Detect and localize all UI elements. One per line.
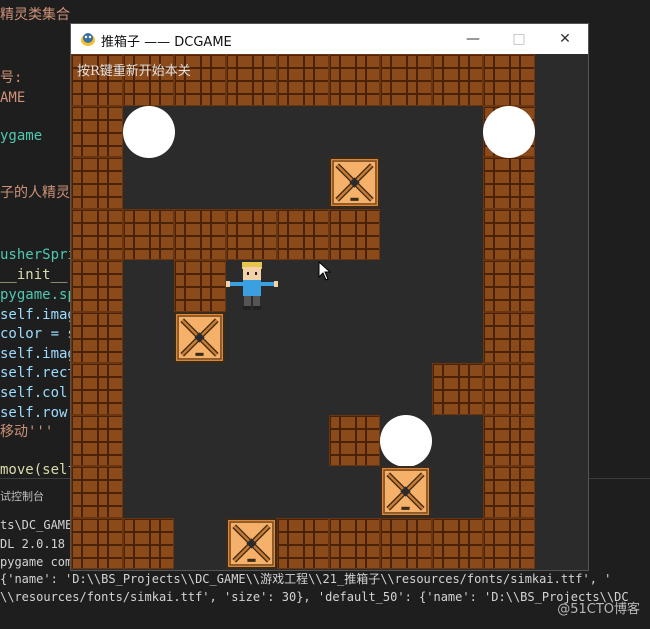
title-bar[interactable]: 推箱子 —— DCGAME — □ ✕ <box>71 24 588 54</box>
brick-wall-tile <box>328 517 380 569</box>
code-line: self.rect <box>0 365 76 381</box>
brick-wall-tile <box>483 363 535 415</box>
brick-wall-tile <box>483 517 535 569</box>
code-line: move(self <box>0 462 76 478</box>
brick-wall-tile <box>277 517 329 569</box>
brick-wall-tile <box>431 54 483 106</box>
brick-wall-tile <box>277 208 329 260</box>
brick-wall-tile <box>174 260 226 312</box>
close-button[interactable]: ✕ <box>542 24 588 54</box>
brick-wall-tile <box>483 311 535 363</box>
code-line: color = s <box>0 326 76 342</box>
code-line: self.row <box>0 405 68 421</box>
brick-wall-tile <box>483 208 535 260</box>
goal-target-dot <box>380 414 432 467</box>
brick-wall-tile <box>328 208 380 260</box>
brick-wall-tile <box>328 54 380 106</box>
player-character <box>225 258 278 312</box>
terminal-line: ts\DC_GAME <box>0 518 73 532</box>
brick-wall-tile <box>71 105 123 157</box>
brick-wall-tile <box>483 414 535 466</box>
brick-wall-tile <box>483 260 535 312</box>
code-line: 精灵类集合 <box>0 7 70 23</box>
code-line: 移动''' <box>0 424 54 440</box>
code-line: self.imag <box>0 307 76 323</box>
brick-wall-tile <box>122 517 174 569</box>
brick-wall-tile <box>225 208 277 260</box>
game-window[interactable]: 推箱子 —— DCGAME — □ ✕ 按R键重新开始本关 <box>71 24 588 570</box>
maximize-button[interactable]: □ <box>496 24 542 54</box>
brick-wall-tile <box>71 260 123 312</box>
brick-wall-tile <box>71 517 123 569</box>
brick-wall-tile <box>483 54 535 106</box>
brick-wall-tile <box>277 54 329 106</box>
brick-wall-tile <box>71 208 123 260</box>
brick-wall-tile <box>71 157 123 209</box>
wooden-crate <box>174 311 225 363</box>
code-line: AME <box>0 90 26 106</box>
brick-wall-tile <box>431 363 483 415</box>
pygame-snake-icon <box>81 33 95 46</box>
code-line: __init__( <box>0 267 76 283</box>
brick-wall-tile <box>174 208 226 260</box>
wooden-crate <box>380 466 431 517</box>
goal-target-dot <box>483 105 535 158</box>
brick-wall-tile <box>71 311 123 363</box>
terminal-line: pygame com <box>0 555 73 569</box>
brick-wall-tile <box>483 157 535 209</box>
restart-hint: 按R键重新开始本关 <box>77 64 191 79</box>
terminal-line: {'name': 'D:\\BS_Projects\\DC_GAME\\游戏工程… <box>0 572 612 586</box>
wooden-crate <box>328 157 380 208</box>
game-canvas[interactable]: 按R键重新开始本关 <box>71 54 588 570</box>
brick-wall-tile <box>122 208 174 260</box>
code-line: pygame.sp <box>0 287 76 303</box>
code-line: ygame <box>0 128 43 144</box>
brick-wall-tile <box>483 466 535 518</box>
code-line: self.imag <box>0 346 76 362</box>
window-title: 推箱子 —— DCGAME <box>101 35 232 50</box>
mouse-cursor-icon <box>318 261 332 281</box>
brick-wall-tile <box>71 363 123 415</box>
brick-wall-tile <box>380 517 432 569</box>
goal-target-dot <box>122 105 175 158</box>
brick-wall-tile <box>328 414 380 466</box>
brick-wall-tile <box>71 414 123 466</box>
minimize-button[interactable]: — <box>450 24 496 54</box>
brick-wall-tile <box>71 466 123 518</box>
brick-wall-tile <box>380 54 432 106</box>
wooden-crate <box>225 517 277 569</box>
code-line: self.col <box>0 385 68 401</box>
watermark-text: @51CTO博客 <box>557 602 640 617</box>
code-line: 号: <box>0 70 23 86</box>
brick-wall-tile <box>225 54 277 106</box>
terminal-line: DL 2.0.18 <box>0 537 66 551</box>
brick-wall-tile <box>431 517 483 569</box>
terminal-tab[interactable]: 试控制台 <box>0 488 44 504</box>
terminal-line: \\resources/fonts/simkai.ttf', 'size': 3… <box>0 590 629 604</box>
